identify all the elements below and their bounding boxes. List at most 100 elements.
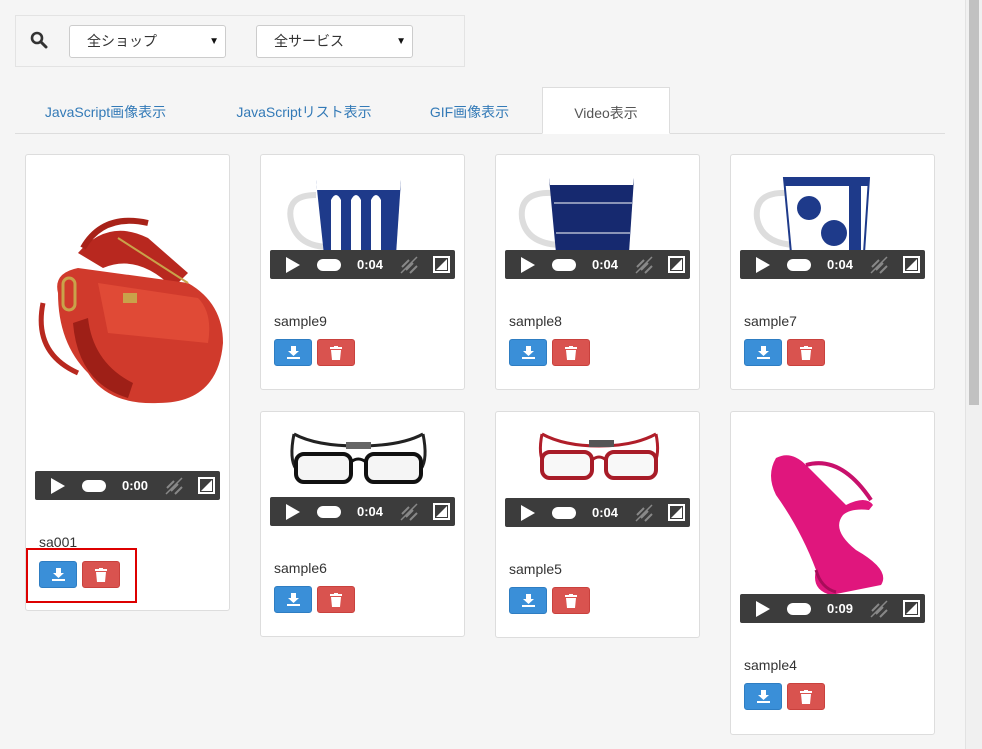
play-icon[interactable] bbox=[756, 601, 770, 617]
download-icon bbox=[522, 346, 535, 359]
fullscreen-icon[interactable] bbox=[433, 256, 450, 273]
tab-video[interactable]: Video表示 bbox=[542, 87, 670, 134]
chevron-down-icon: ▼ bbox=[209, 36, 219, 47]
black-glasses-image bbox=[290, 432, 427, 484]
mute-icon[interactable] bbox=[399, 502, 419, 522]
fullscreen-icon[interactable] bbox=[668, 256, 685, 273]
download-button[interactable] bbox=[274, 586, 312, 613]
video-time: 0:04 bbox=[592, 505, 619, 520]
progress-slider[interactable] bbox=[552, 259, 576, 271]
trash-icon bbox=[330, 593, 342, 607]
video-player: 0:04 bbox=[505, 250, 690, 279]
video-time: 0:04 bbox=[592, 257, 619, 272]
pink-heel-image bbox=[771, 455, 884, 595]
progress-slider[interactable] bbox=[82, 480, 106, 492]
red-handbag-image bbox=[38, 217, 224, 404]
tab-javascript-list[interactable]: JavaScriptリスト表示 bbox=[211, 87, 397, 134]
item-name: sample8 bbox=[509, 313, 562, 329]
download-button[interactable] bbox=[744, 339, 782, 366]
video-player: 0:04 bbox=[270, 250, 455, 279]
download-icon bbox=[522, 594, 535, 607]
trash-icon bbox=[800, 346, 812, 360]
shop-select[interactable]: 全ショップ ▼ bbox=[69, 25, 226, 58]
service-select-value: 全サービス bbox=[274, 33, 344, 49]
video-time: 0:04 bbox=[827, 257, 854, 272]
filter-bar: 全ショップ ▼ 全サービス ▼ bbox=[15, 15, 465, 67]
item-name: sample4 bbox=[744, 657, 797, 673]
red-glasses-image bbox=[538, 432, 660, 480]
trash-icon bbox=[565, 594, 577, 608]
download-icon bbox=[287, 593, 300, 606]
tab-javascript-image[interactable]: JavaScript画像表示 bbox=[15, 87, 196, 134]
video-player: 0:04 bbox=[740, 250, 925, 279]
scrollbar-thumb[interactable] bbox=[969, 0, 979, 405]
delete-button[interactable] bbox=[787, 339, 825, 366]
download-icon bbox=[287, 346, 300, 359]
mute-icon[interactable] bbox=[634, 255, 654, 275]
play-icon[interactable] bbox=[286, 257, 300, 273]
download-button[interactable] bbox=[509, 339, 547, 366]
fullscreen-icon[interactable] bbox=[668, 504, 685, 521]
play-icon[interactable] bbox=[51, 478, 65, 494]
mute-icon[interactable] bbox=[164, 476, 184, 496]
item-name: sample5 bbox=[509, 561, 562, 577]
video-player: 0:00 bbox=[35, 471, 220, 500]
trash-icon bbox=[800, 690, 812, 704]
media-card: 0:04 sample7 bbox=[730, 154, 935, 390]
item-name: sample7 bbox=[744, 313, 797, 329]
mute-icon[interactable] bbox=[634, 503, 654, 523]
delete-button[interactable] bbox=[317, 339, 355, 366]
delete-button[interactable] bbox=[552, 587, 590, 614]
delete-button[interactable] bbox=[787, 683, 825, 710]
video-time: 0:04 bbox=[357, 257, 384, 272]
play-icon[interactable] bbox=[521, 505, 535, 521]
download-button[interactable] bbox=[744, 683, 782, 710]
video-player: 0:09 bbox=[740, 594, 925, 623]
dotted-mug-image bbox=[753, 177, 871, 253]
mute-icon[interactable] bbox=[869, 599, 889, 619]
media-card: 0:00 sa001 bbox=[25, 154, 230, 611]
video-time: 0:00 bbox=[122, 478, 149, 493]
play-icon[interactable] bbox=[756, 257, 770, 273]
video-time: 0:09 bbox=[827, 601, 854, 616]
download-button[interactable] bbox=[274, 339, 312, 366]
shop-select-value: 全ショップ bbox=[87, 33, 157, 49]
progress-slider[interactable] bbox=[317, 259, 341, 271]
mute-icon[interactable] bbox=[869, 255, 889, 275]
fullscreen-icon[interactable] bbox=[903, 600, 920, 617]
video-time: 0:04 bbox=[357, 504, 384, 519]
download-button[interactable] bbox=[509, 587, 547, 614]
vertical-scrollbar[interactable] bbox=[965, 0, 982, 749]
search-icon[interactable] bbox=[30, 31, 48, 49]
progress-slider[interactable] bbox=[787, 603, 811, 615]
media-card: 0:04 sample5 bbox=[495, 411, 700, 638]
download-icon bbox=[757, 690, 770, 703]
progress-slider[interactable] bbox=[317, 506, 341, 518]
play-icon[interactable] bbox=[521, 257, 535, 273]
delete-button[interactable] bbox=[552, 339, 590, 366]
video-player: 0:04 bbox=[270, 497, 455, 526]
chevron-down-icon: ▼ bbox=[396, 36, 406, 47]
download-icon bbox=[757, 346, 770, 359]
fullscreen-icon[interactable] bbox=[433, 503, 450, 520]
fullscreen-icon[interactable] bbox=[198, 477, 215, 494]
progress-slider[interactable] bbox=[787, 259, 811, 271]
service-select[interactable]: 全サービス ▼ bbox=[256, 25, 413, 58]
tab-gif-image[interactable]: GIF画像表示 bbox=[412, 87, 527, 134]
trash-icon bbox=[565, 346, 577, 360]
view-tabs: JavaScript画像表示 JavaScriptリスト表示 GIF画像表示 V… bbox=[15, 87, 945, 134]
play-icon[interactable] bbox=[286, 504, 300, 520]
progress-slider[interactable] bbox=[552, 507, 576, 519]
item-name: sample9 bbox=[274, 313, 327, 329]
mute-icon[interactable] bbox=[399, 255, 419, 275]
media-card: 0:04 sample8 bbox=[495, 154, 700, 390]
fullscreen-icon[interactable] bbox=[903, 256, 920, 273]
navy-mug-image bbox=[518, 178, 634, 253]
delete-button[interactable] bbox=[317, 586, 355, 613]
blue-mug-image bbox=[287, 180, 401, 255]
highlight-box bbox=[26, 548, 137, 603]
media-card: 0:04 sample9 bbox=[260, 154, 465, 390]
trash-icon bbox=[330, 346, 342, 360]
video-player: 0:04 bbox=[505, 498, 690, 527]
item-name: sample6 bbox=[274, 560, 327, 576]
